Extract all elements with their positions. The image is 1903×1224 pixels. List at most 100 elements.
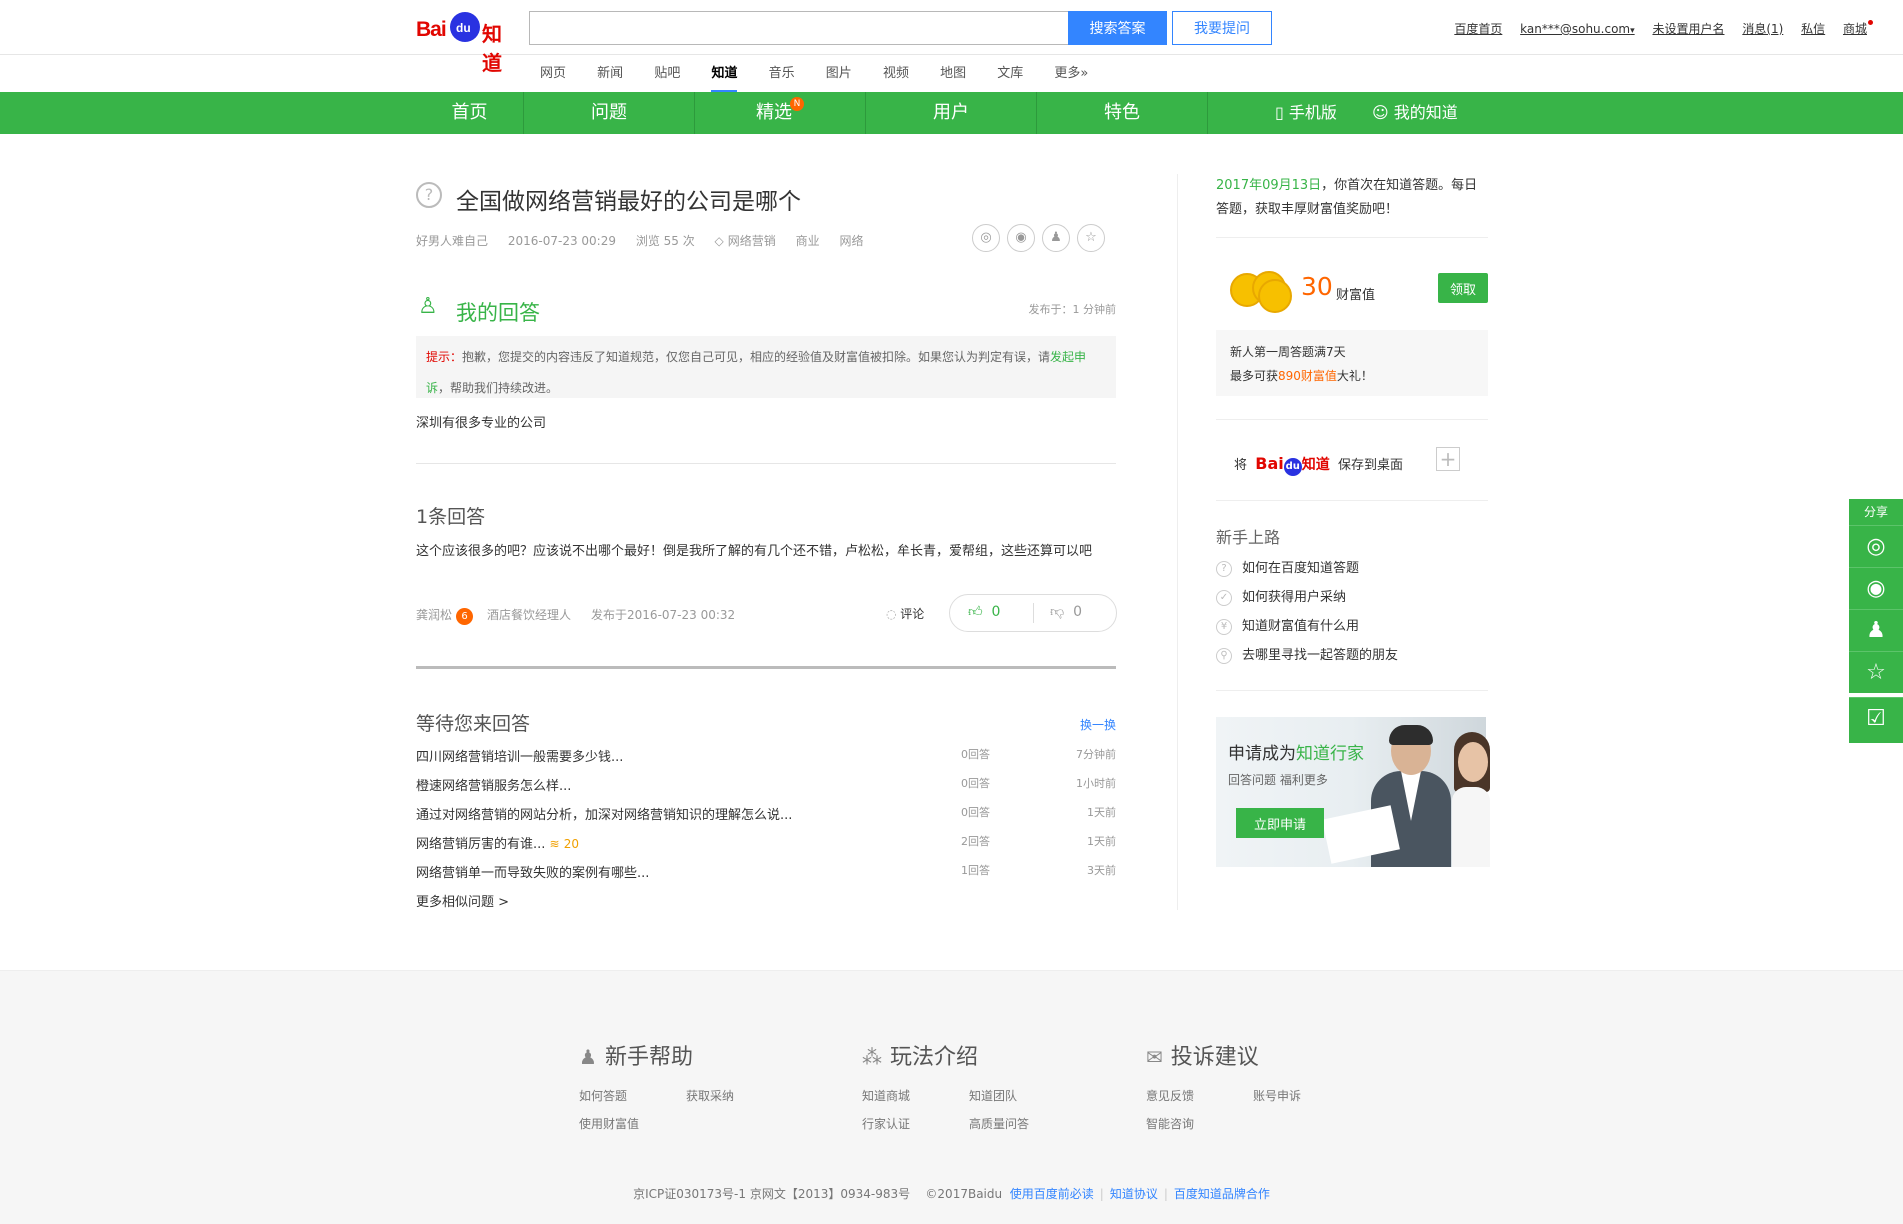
search-input[interactable] [529, 11, 1069, 45]
waiting-question-row[interactable]: 网络营销厉害的有谁... ≋ 20 2回答 1天前 [416, 833, 1116, 853]
save-to-desktop[interactable]: 将 Bai du 知道 保存到桌面 [1234, 454, 1403, 476]
footer-link[interactable]: 智能咨询 [1146, 1115, 1194, 1132]
nav-web[interactable]: 网页 [540, 56, 566, 92]
my-zhidao-link[interactable]: ☺ 我的知道 [1372, 92, 1458, 134]
tab-featured[interactable]: 精选 N [695, 92, 866, 134]
notification-dot [1868, 20, 1873, 25]
tab-users[interactable]: 用户 [866, 92, 1037, 134]
newbie-guide-item[interactable]: ? 如何在百度知道答题 [1216, 557, 1359, 577]
product-nav: 网页 新闻 贴吧 知道 音乐 图片 视频 地图 文库 更多» [540, 56, 1115, 93]
waiting-question-row[interactable]: 通过对网络营销的网站分析，加深对网络营销知识的理解怎么说... 0回答 1天前 [416, 804, 1116, 824]
waiting-question-row[interactable]: 四川网络营销培训一般需要多少钱... 0回答 7分钟前 [416, 746, 1116, 766]
nav-images[interactable]: 图片 [826, 56, 852, 92]
answer-author-role: 酒店餐饮经理人 [487, 608, 572, 622]
nav-map[interactable]: 地图 [940, 56, 966, 92]
footer-link[interactable]: 获取采纳 [686, 1087, 734, 1104]
comment-button[interactable]: ◌ 评论 [886, 605, 924, 622]
column-divider [1177, 174, 1178, 910]
user-account-link[interactable]: kan***@sohu.com▾ [1520, 22, 1634, 36]
claim-button[interactable]: 领取 [1438, 273, 1488, 303]
wechat-icon[interactable]: ◎ [1849, 525, 1903, 567]
chevron-down-icon: ▾ [1630, 26, 1635, 36]
waiting-question-row[interactable]: 网络营销单一而导致失败的案例有哪些... 1回答 3天前 [416, 862, 1116, 882]
thumbs-down-icon: 👎︎ [1050, 604, 1069, 620]
qq-icon[interactable]: ♟ [1849, 609, 1903, 651]
question-views: 浏览 55 次 [635, 234, 695, 248]
footer-legal-link[interactable]: 使用百度前必读 [1010, 1187, 1094, 1201]
more-similar-link[interactable]: 更多相似问题 > [416, 891, 509, 910]
baidu-home-link[interactable]: 百度首页 [1454, 22, 1502, 36]
footer-play-column: ⁂ 玩法介绍 知道商城 知道团队 行家认证 高质量问答 [862, 1039, 1029, 1131]
comment-icon: ◌ [886, 607, 901, 621]
thumbs-up-icon: 👍︎ [968, 604, 988, 620]
violation-notice: 提示：抱歉，您提交的内容违反了知道规范，仅您自己可见，相应的经验值及财富值被扣除… [416, 336, 1116, 398]
weibo-icon[interactable]: ◉ [1007, 224, 1035, 252]
apply-now-button[interactable]: 立即申请 [1236, 808, 1324, 838]
tab-questions[interactable]: 问题 [524, 92, 695, 134]
nav-video[interactable]: 视频 [883, 56, 909, 92]
search-button[interactable]: 搜索答案 [1068, 11, 1167, 45]
waiting-question-row[interactable]: 橙速网络营销服务怎么样... 0回答 1小时前 [416, 775, 1116, 795]
nav-more[interactable]: 更多» [1054, 56, 1088, 92]
tag-link[interactable]: 网络 [839, 234, 863, 248]
answer-content: 这个应该很多的吧？应该说不出哪个最好！倒是我所了解的有几个还不错，卢松松，牟长青… [416, 544, 1093, 559]
reward-number: 30 [1301, 272, 1333, 301]
ask-question-button[interactable]: 我要提问 [1172, 11, 1272, 45]
messages-link[interactable]: 消息(1) [1742, 22, 1783, 36]
divider [1216, 237, 1488, 238]
footer-link[interactable]: 如何答题 [579, 1087, 627, 1104]
baidu-zhidao-logo[interactable]: Bai du 知道 [416, 6, 520, 75]
set-username-link[interactable]: 未设置用户名 [1652, 22, 1724, 36]
vote-divider [1033, 603, 1034, 623]
footer-link[interactable]: 意见反馈 [1146, 1087, 1194, 1104]
promo-subtitle: 回答问题 福利更多 [1228, 773, 1328, 787]
footer-legal-link[interactable]: 知道协议 [1110, 1187, 1158, 1201]
footer-link[interactable]: 账号申诉 [1253, 1087, 1301, 1104]
reward-label: 财富值 [1336, 288, 1376, 303]
upvote-button[interactable]: 👍︎ 0 [968, 603, 1000, 620]
newbie-guide-title: 新手上路 [1216, 528, 1281, 547]
footer-link[interactable]: 高质量问答 [969, 1115, 1029, 1132]
expert-promo-banner[interactable]: 申请成为知道行家 回答问题 福利更多 立即申请 [1216, 717, 1490, 867]
tag-link[interactable]: 网络营销 [728, 234, 776, 248]
user-icon: ♟ [579, 1045, 597, 1069]
divider [1216, 690, 1488, 691]
newbie-guide-item[interactable]: ¥ 知道财富值有什么用 [1216, 615, 1359, 635]
weibo-icon[interactable]: ◉ [1849, 567, 1903, 609]
footer-link[interactable]: 知道商城 [862, 1087, 910, 1104]
mobile-version-link[interactable]: ▯ 手机版 [1275, 92, 1337, 134]
footer-column-title: ♟ 新手帮助 [579, 1045, 693, 1070]
nav-tieba[interactable]: 贴吧 [654, 56, 680, 92]
footer-link[interactable]: 知道团队 [969, 1087, 1017, 1104]
footer-legal-link[interactable]: 百度知道品牌合作 [1174, 1187, 1270, 1201]
answer-author[interactable]: 龚润松 [416, 608, 452, 622]
footer-link[interactable]: 使用财富值 [579, 1115, 639, 1132]
nav-zhidao[interactable]: 知道 [711, 57, 738, 93]
downvote-button[interactable]: 👎︎ 0 [1050, 603, 1082, 620]
share-label: 分享 [1849, 499, 1903, 525]
plus-icon[interactable]: + [1436, 447, 1460, 471]
newbie-guide-item[interactable]: ✓ 如何获得用户采纳 [1216, 586, 1346, 606]
waiting-questions-title: 等待您来回答 [416, 713, 531, 735]
floating-share-bar: 分享 ◎ ◉ ♟ ☆ ☑ [1849, 499, 1903, 743]
clipboard-check-icon[interactable]: ☑ [1849, 697, 1903, 743]
tab-special[interactable]: 特色 [1037, 92, 1208, 134]
refresh-link[interactable]: 换一换 [1080, 716, 1116, 733]
nav-music[interactable]: 音乐 [769, 56, 795, 92]
my-answer-title: 我的回答 [456, 301, 540, 325]
wechat-icon[interactable]: ◎ [972, 224, 1000, 252]
qq-icon[interactable]: ♟ [1042, 224, 1070, 252]
nav-news[interactable]: 新闻 [597, 56, 623, 92]
question-author[interactable]: 好男人难自己 [416, 234, 488, 248]
star-icon[interactable]: ☆ [1849, 651, 1903, 693]
tab-home[interactable]: 首页 [416, 92, 524, 134]
zhidao-main-nav: 首页 问题 精选 N 用户 特色 ▯ 手机版 ☺ 我的知道 [0, 92, 1903, 134]
mall-link[interactable]: 商城 [1843, 20, 1873, 36]
footer-link[interactable]: 行家认证 [862, 1115, 910, 1132]
vote-box: 👍︎ 0 👎︎ 0 [949, 594, 1117, 632]
nav-wenku[interactable]: 文库 [997, 56, 1023, 92]
private-message-link[interactable]: 私信 [1801, 22, 1825, 36]
tag-link[interactable]: 商业 [796, 234, 820, 248]
newbie-guide-item[interactable]: ⚲ 去哪里寻找一起答题的朋友 [1216, 644, 1398, 664]
star-icon[interactable]: ☆ [1077, 224, 1105, 252]
